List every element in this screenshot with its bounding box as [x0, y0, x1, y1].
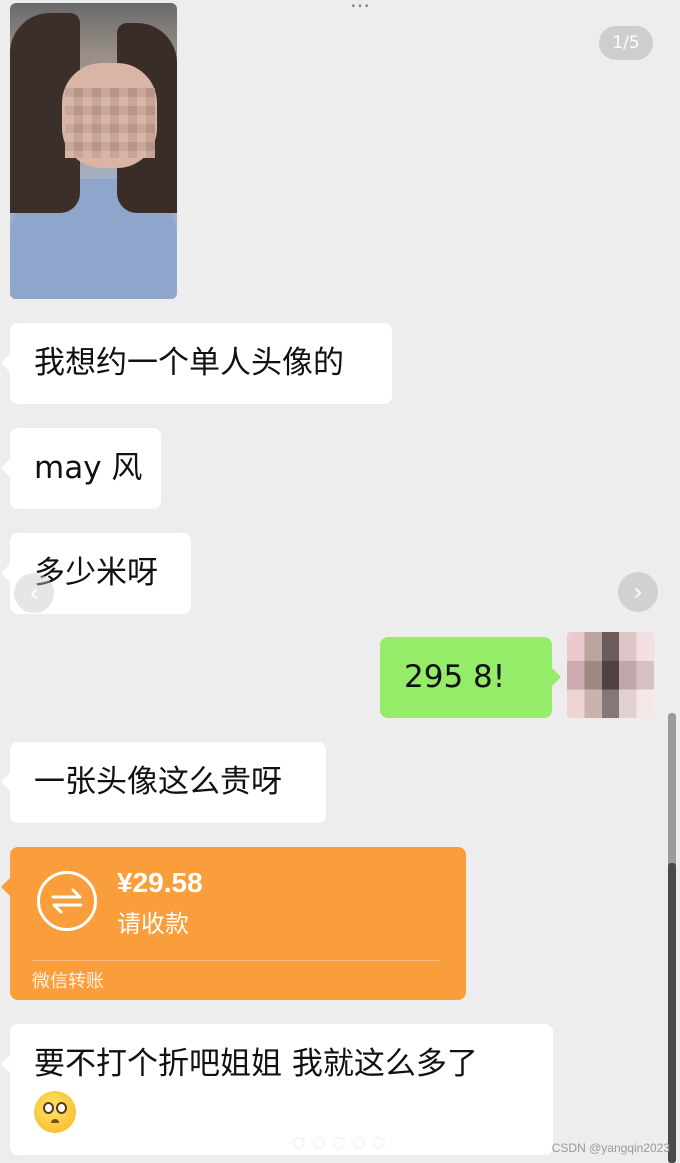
page-dot[interactable] — [354, 1138, 364, 1148]
message-bubble-left[interactable]: 我想约一个单人头像的 — [1, 323, 392, 404]
photo-mosaic-blur — [65, 88, 155, 158]
next-glyph: › — [633, 578, 643, 606]
message-bubble-right[interactable]: 295 8! — [380, 637, 561, 718]
transfer-status: 请收款 — [117, 910, 189, 938]
cut-off-header-text: … — [350, 0, 370, 12]
page-dot[interactable] — [334, 1138, 344, 1148]
exchange-arrows-icon — [51, 888, 83, 914]
transfer-exchange-icon — [37, 871, 97, 931]
transfer-card[interactable]: ¥29.58 请收款 微信转账 — [1, 847, 466, 1000]
watermark: CSDN @yangqin2023 — [551, 1141, 670, 1155]
image-message[interactable] — [10, 3, 177, 299]
message-bubble-left[interactable]: may 风 — [1, 428, 161, 509]
avatar-mosaic — [567, 632, 654, 718]
scrollbar[interactable] — [668, 713, 676, 1163]
image-counter: 1/5 — [599, 26, 653, 60]
page-indicator — [294, 1138, 384, 1148]
message-bubble-left[interactable]: 要不打个折吧姐姐 我就这么多了 — [1, 1024, 553, 1155]
next-arrow-icon[interactable]: › — [618, 572, 658, 612]
prev-glyph: ‹ — [29, 579, 39, 607]
message-text: may 风 — [34, 450, 143, 486]
scrollbar-thumb[interactable] — [668, 863, 676, 1163]
message-text: 一张头像这么贵呀 — [34, 764, 282, 800]
avatar[interactable] — [567, 632, 654, 718]
page-dot[interactable] — [374, 1138, 384, 1148]
message-text: 要不打个折吧姐姐 我就这么多了 — [34, 1046, 478, 1082]
page-dot[interactable] — [294, 1138, 304, 1148]
transfer-amount: ¥29.58 — [117, 867, 203, 898]
transfer-footer-label: 微信转账 — [32, 971, 104, 992]
pleading-face-icon — [34, 1090, 76, 1133]
message-text: 我想约一个单人头像的 — [34, 345, 344, 381]
previous-arrow-icon[interactable]: ‹ — [14, 573, 54, 613]
message-bubble-left[interactable]: 一张头像这么贵呀 — [1, 742, 326, 823]
page-dot[interactable] — [314, 1138, 324, 1148]
transfer-divider — [32, 960, 440, 961]
message-text: 295 8! — [404, 659, 506, 695]
